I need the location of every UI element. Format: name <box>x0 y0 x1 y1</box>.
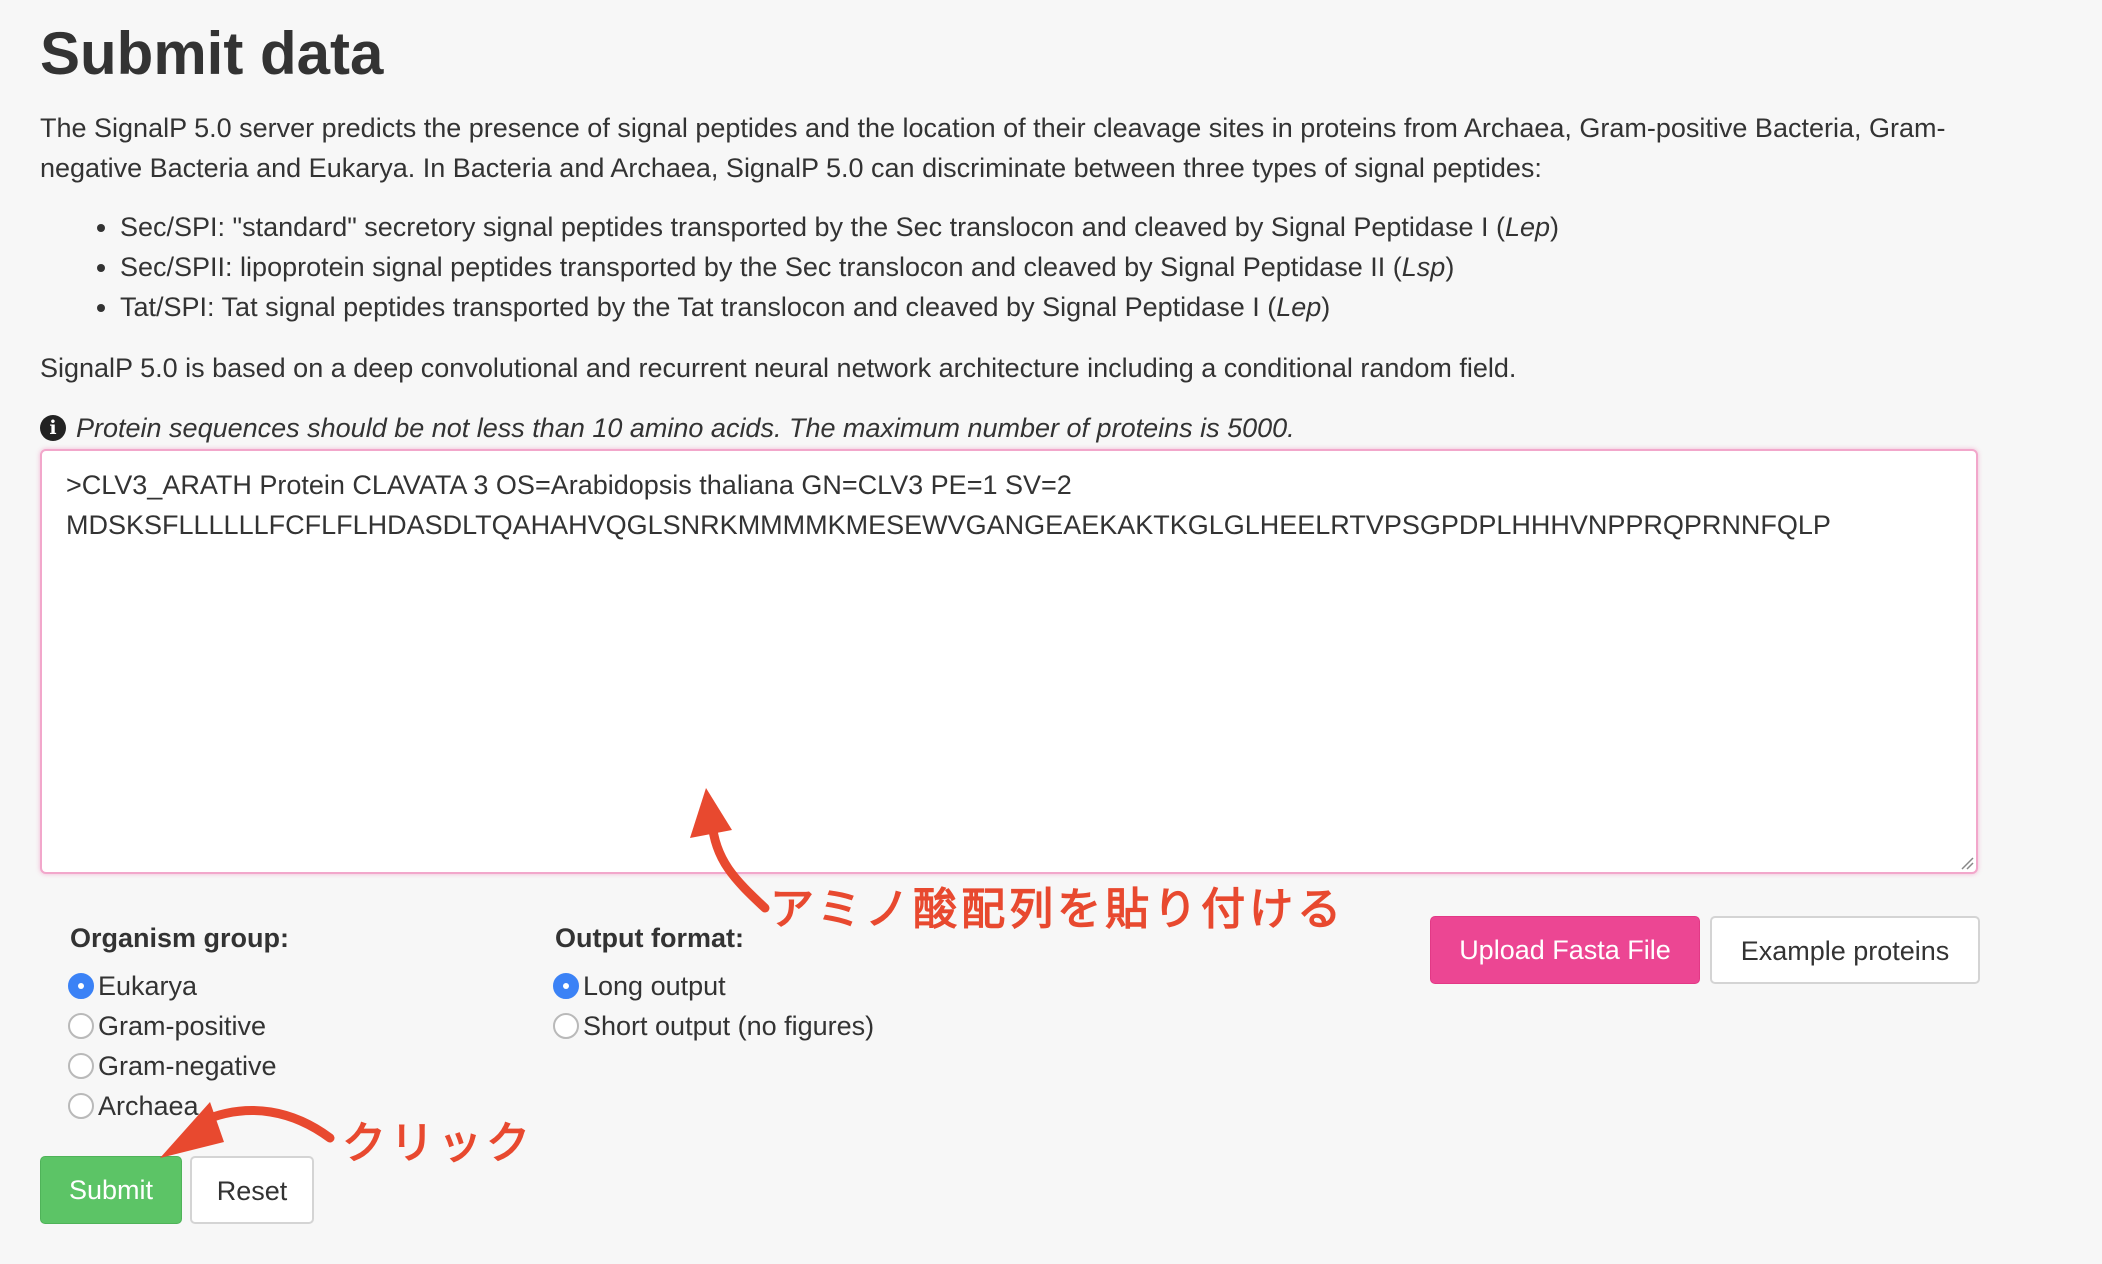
list-item: Sec/SPII: lipoprotein signal peptides tr… <box>120 247 1559 287</box>
upload-fasta-button[interactable]: Upload Fasta File <box>1430 916 1700 984</box>
arrow-left-icon <box>195 1106 335 1143</box>
radio-label: Archaea <box>98 1090 199 1121</box>
radio-output-long[interactable]: Long output <box>553 966 726 1006</box>
radio-checked-icon[interactable] <box>68 973 94 999</box>
radio-unchecked-icon[interactable] <box>553 1013 579 1039</box>
submit-button[interactable]: Submit <box>40 1156 182 1224</box>
radio-checked-icon[interactable] <box>553 973 579 999</box>
paste-annotation: アミノ酸配列を貼り付ける <box>770 884 1346 935</box>
signal-peptide-types-list: Sec/SPI: "standard" secretory signal pep… <box>80 207 1559 327</box>
click-annotation: クリック <box>342 1118 534 1169</box>
architecture-text: SignalP 5.0 is based on a deep convoluti… <box>40 353 1517 383</box>
output-format-label: Output format: <box>555 923 744 953</box>
hint-text: Protein sequences should be not less tha… <box>76 412 1295 443</box>
resize-handle-icon[interactable] <box>1958 854 1974 870</box>
radio-label: Eukarya <box>98 970 198 1001</box>
radio-unchecked-icon[interactable] <box>68 1053 94 1079</box>
intro-text: The SignalP 5.0 server predicts the pres… <box>40 113 1946 183</box>
submit-page: Submit data The SignalP 5.0 server predi… <box>0 0 2102 1264</box>
list-item: Sec/SPI: "standard" secretory signal pep… <box>120 207 1559 247</box>
example-proteins-button[interactable]: Example proteins <box>1710 916 1980 984</box>
reset-button[interactable]: Reset <box>190 1156 314 1224</box>
sequence-hint: i Protein sequences should be not less t… <box>40 408 1295 448</box>
radio-label: Gram-negative <box>98 1050 277 1081</box>
radio-unchecked-icon[interactable] <box>68 1013 94 1039</box>
sequence-input[interactable] <box>40 449 1978 874</box>
organism-group-label: Organism group: <box>70 923 290 953</box>
radio-label: Short output (no figures) <box>583 1010 875 1041</box>
info-circle-icon: i <box>40 415 66 441</box>
radio-label: Gram-positive <box>98 1010 267 1041</box>
radio-output-short[interactable]: Short output (no figures) <box>553 1006 874 1046</box>
radio-organism-archaea[interactable]: Archaea <box>68 1086 199 1126</box>
radio-organism-gram-negative[interactable]: Gram-negative <box>68 1046 277 1086</box>
radio-organism-eukarya[interactable]: Eukarya <box>68 966 197 1006</box>
list-item: Tat/SPI: Tat signal peptides transported… <box>120 287 1559 327</box>
radio-label: Long output <box>583 970 726 1001</box>
page-title: Submit data <box>40 20 384 87</box>
radio-unchecked-icon[interactable] <box>68 1093 94 1119</box>
radio-organism-gram-positive[interactable]: Gram-positive <box>68 1006 266 1046</box>
